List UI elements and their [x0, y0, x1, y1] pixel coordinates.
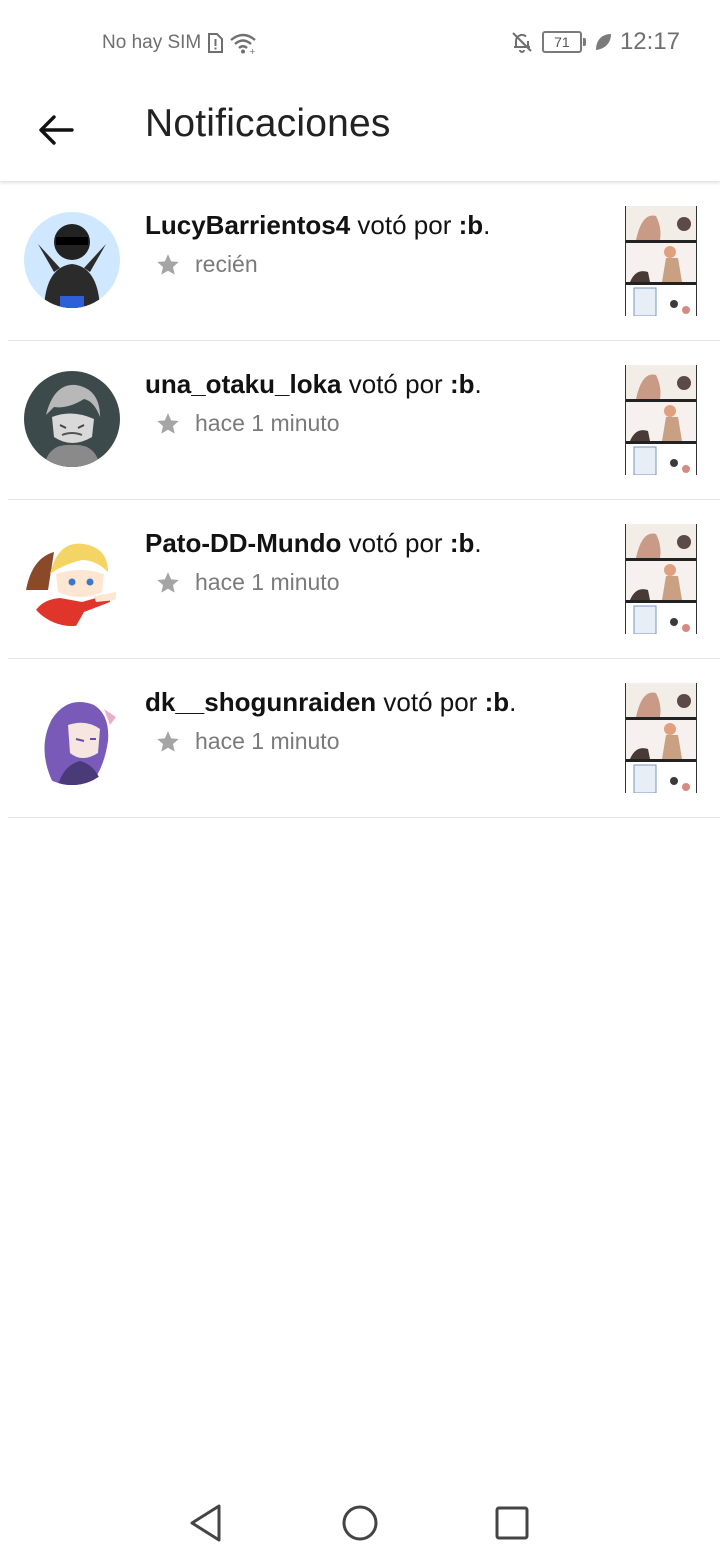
- page-title: Notificaciones: [145, 102, 391, 145]
- notification-text: una_otaku_loka votó por :b. hace 1 minut…: [145, 369, 482, 436]
- back-button[interactable]: [30, 104, 82, 156]
- status-left: No hay SIM +: [102, 30, 257, 56]
- username[interactable]: una_otaku_loka: [145, 369, 342, 399]
- star-icon: [157, 730, 179, 752]
- timestamp: recién: [195, 251, 258, 277]
- notification-item[interactable]: una_otaku_loka votó por :b. hace 1 minut…: [8, 341, 720, 500]
- story-title[interactable]: :b: [450, 369, 475, 399]
- nav-back-button[interactable]: [181, 1498, 231, 1548]
- timestamp: hace 1 minuto: [195, 569, 340, 595]
- username[interactable]: dk__shogunraiden: [145, 687, 376, 717]
- notification-item[interactable]: Pato-DD-Mundo votó por :b. hace 1 minuto: [8, 500, 720, 659]
- svg-text:+: +: [249, 47, 256, 54]
- leaf-icon: [595, 34, 611, 50]
- notification-item[interactable]: dk__shogunraiden votó por :b. hace 1 min…: [8, 659, 720, 818]
- home-circle-icon: [342, 1505, 378, 1541]
- arrow-left-icon: [39, 115, 74, 145]
- status-right: 71 12:17: [510, 26, 680, 58]
- action-text: votó por: [383, 687, 478, 717]
- avatar[interactable]: [24, 689, 120, 785]
- nav-recents-button[interactable]: [487, 1498, 537, 1548]
- story-title[interactable]: :b: [459, 210, 484, 240]
- status-bar: No hay SIM + 71 12:17: [0, 0, 720, 84]
- username[interactable]: Pato-DD-Mundo: [145, 528, 341, 558]
- notification-text: LucyBarrientos4 votó por :b. recién: [145, 210, 491, 277]
- notification-text: dk__shogunraiden votó por :b. hace 1 min…: [145, 687, 517, 754]
- story-thumbnail[interactable]: [625, 683, 697, 793]
- nav-home-button[interactable]: [335, 1498, 385, 1548]
- system-nav-bar: [0, 1480, 720, 1560]
- avatar[interactable]: [24, 212, 120, 308]
- star-icon: [157, 571, 179, 593]
- avatar[interactable]: [24, 371, 120, 467]
- timestamp: hace 1 minuto: [195, 410, 340, 436]
- battery-icon: 71: [541, 31, 586, 53]
- back-triangle-icon: [190, 1504, 221, 1542]
- story-thumbnail[interactable]: [625, 524, 697, 634]
- story-thumbnail[interactable]: [625, 365, 697, 475]
- action-text: votó por: [348, 369, 443, 399]
- clock: 12:17: [619, 28, 680, 55]
- app-bar: Notificaciones: [0, 84, 720, 181]
- story-title[interactable]: :b: [485, 687, 510, 717]
- recents-square-icon: [495, 1506, 529, 1540]
- avatar[interactable]: [24, 530, 120, 626]
- story-title[interactable]: :b: [450, 528, 475, 558]
- star-icon: [157, 253, 179, 275]
- notification-item[interactable]: LucyBarrientos4 votó por :b. recién: [8, 182, 720, 341]
- timestamp: hace 1 minuto: [195, 728, 340, 754]
- bell-off-icon: [512, 32, 532, 53]
- wifi-icon: +: [230, 33, 257, 54]
- star-icon: [157, 412, 179, 434]
- battery-level: 71: [554, 34, 570, 50]
- notification-list: LucyBarrientos4 votó por :b. recién una_…: [0, 182, 720, 818]
- sim-alert-icon: [208, 33, 224, 53]
- story-thumbnail[interactable]: [625, 206, 697, 316]
- notification-text: Pato-DD-Mundo votó por :b. hace 1 minuto: [145, 528, 482, 595]
- username[interactable]: LucyBarrientos4: [145, 210, 350, 240]
- action-text: votó por: [357, 210, 452, 240]
- carrier-label: No hay SIM: [102, 32, 202, 53]
- action-text: votó por: [348, 528, 443, 558]
